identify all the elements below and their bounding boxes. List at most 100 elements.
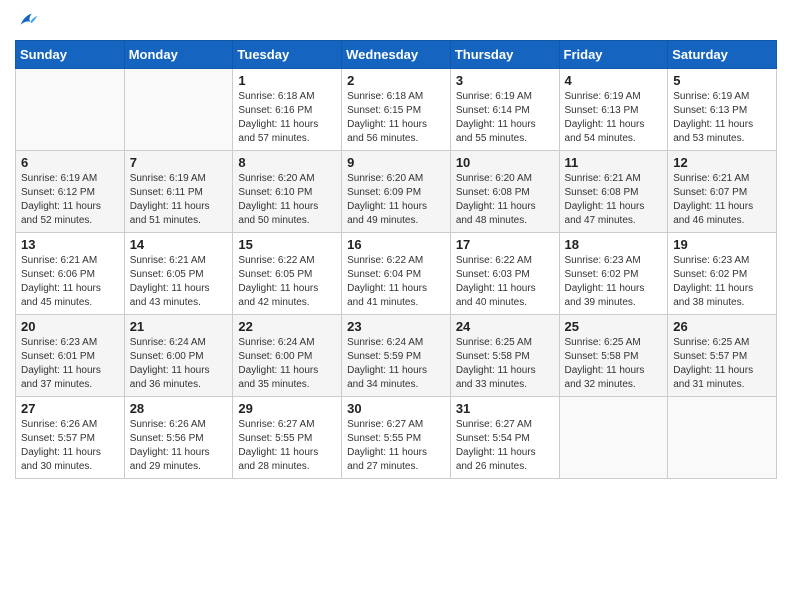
calendar-cell: 19 Sunrise: 6:23 AMSunset: 6:02 PMDayligh…	[668, 233, 777, 315]
day-info: Sunrise: 6:26 AMSunset: 5:57 PMDaylight:…	[21, 418, 119, 474]
calendar-cell: 12Sunrise: 6:21 AMSunset: 6:07 PMDayligh…	[668, 151, 777, 233]
logo-bird-icon	[17, 10, 39, 32]
day-number: 3	[456, 73, 554, 88]
day-info: Sunrise: 6:18 AMSunset: 6:15 PMDaylight:…	[347, 90, 445, 146]
day-info: Sunrise: 6:25 AMSunset: 5:58 PMDaylight:…	[565, 336, 663, 392]
page: SundayMondayTuesdayWednesdayThursdayFrid…	[0, 0, 792, 612]
calendar-cell: 14 Sunrise: 6:21 AMSunset: 6:05 PMDayligh…	[124, 233, 233, 315]
day-info: Sunrise: 6:23 AMSunset: 6:01 PMDaylight:…	[21, 336, 119, 392]
calendar-cell: 5 Sunrise: 6:19 AMSunset: 6:13 PMDaylight…	[668, 69, 777, 151]
weekday-header-monday: Monday	[124, 41, 233, 69]
day-number: 21	[130, 319, 228, 334]
header	[15, 10, 777, 32]
calendar-cell: 31Sunrise: 6:27 AMSunset: 5:54 PMDayligh…	[450, 397, 559, 479]
calendar-cell: 24 Sunrise: 6:25 AMSunset: 5:58 PMDayligh…	[450, 315, 559, 397]
calendar-cell: 20 Sunrise: 6:23 AMSunset: 6:01 PMDayligh…	[16, 315, 125, 397]
calendar-cell: 7 Sunrise: 6:19 AMSunset: 6:11 PMDaylight…	[124, 151, 233, 233]
day-number: 11	[565, 155, 663, 170]
day-info: Sunrise: 6:24 AMSunset: 6:00 PMDaylight:…	[130, 336, 228, 392]
day-info: Sunrise: 6:23 AMSunset: 6:02 PMDaylight:…	[673, 254, 771, 310]
day-number: 14	[130, 237, 228, 252]
day-info: Sunrise: 6:19 AMSunset: 6:13 PMDaylight:…	[673, 90, 771, 146]
day-info: Sunrise: 6:26 AMSunset: 5:56 PMDaylight:…	[130, 418, 228, 474]
calendar-cell: 30 Sunrise: 6:27 AMSunset: 5:55 PMDayligh…	[342, 397, 451, 479]
day-number: 22	[238, 319, 336, 334]
day-info: Sunrise: 6:21 AMSunset: 6:08 PMDaylight:…	[565, 172, 663, 228]
day-number: 31	[456, 401, 554, 416]
calendar-table: SundayMondayTuesdayWednesdayThursdayFrid…	[15, 40, 777, 479]
day-number: 29	[238, 401, 336, 416]
day-info: Sunrise: 6:20 AMSunset: 6:09 PMDaylight:…	[347, 172, 445, 228]
calendar-cell: 1Sunrise: 6:18 AMSunset: 6:16 PMDaylight…	[233, 69, 342, 151]
day-number: 16	[347, 237, 445, 252]
day-number: 26	[673, 319, 771, 334]
calendar-cell: 11 Sunrise: 6:21 AMSunset: 6:08 PMDayligh…	[559, 151, 668, 233]
day-info: Sunrise: 6:22 AMSunset: 6:05 PMDaylight:…	[238, 254, 336, 310]
day-number: 1	[238, 73, 336, 88]
day-info: Sunrise: 6:23 AMSunset: 6:02 PMDaylight:…	[565, 254, 663, 310]
calendar-week-row: 27 Sunrise: 6:26 AMSunset: 5:57 PMDayligh…	[16, 397, 777, 479]
calendar-cell: 21 Sunrise: 6:24 AMSunset: 6:00 PMDayligh…	[124, 315, 233, 397]
day-info: Sunrise: 6:20 AMSunset: 6:08 PMDaylight:…	[456, 172, 554, 228]
calendar-cell: 16 Sunrise: 6:22 AMSunset: 6:04 PMDayligh…	[342, 233, 451, 315]
day-number: 13	[21, 237, 119, 252]
day-number: 25	[565, 319, 663, 334]
day-number: 20	[21, 319, 119, 334]
calendar-cell: 23 Sunrise: 6:24 AMSunset: 5:59 PMDayligh…	[342, 315, 451, 397]
day-info: Sunrise: 6:21 AMSunset: 6:05 PMDaylight:…	[130, 254, 228, 310]
weekday-header-sunday: Sunday	[16, 41, 125, 69]
day-number: 5	[673, 73, 771, 88]
day-number: 24	[456, 319, 554, 334]
calendar-cell: 2 Sunrise: 6:18 AMSunset: 6:15 PMDaylight…	[342, 69, 451, 151]
day-info: Sunrise: 6:25 AMSunset: 5:58 PMDaylight:…	[456, 336, 554, 392]
calendar-cell: 8 Sunrise: 6:20 AMSunset: 6:10 PMDaylight…	[233, 151, 342, 233]
calendar-cell: 15 Sunrise: 6:22 AMSunset: 6:05 PMDayligh…	[233, 233, 342, 315]
weekday-header-friday: Friday	[559, 41, 668, 69]
weekday-header-tuesday: Tuesday	[233, 41, 342, 69]
day-info: Sunrise: 6:25 AMSunset: 5:57 PMDaylight:…	[673, 336, 771, 392]
calendar-cell: 26 Sunrise: 6:25 AMSunset: 5:57 PMDayligh…	[668, 315, 777, 397]
day-info: Sunrise: 6:20 AMSunset: 6:10 PMDaylight:…	[238, 172, 336, 228]
calendar-cell: 9 Sunrise: 6:20 AMSunset: 6:09 PMDaylight…	[342, 151, 451, 233]
day-number: 19	[673, 237, 771, 252]
calendar-cell	[124, 69, 233, 151]
day-number: 2	[347, 73, 445, 88]
calendar-cell	[559, 397, 668, 479]
day-info: Sunrise: 6:27 AMSunset: 5:55 PMDaylight:…	[238, 418, 336, 474]
logo	[15, 10, 39, 32]
day-number: 12	[673, 155, 771, 170]
calendar-cell: 22Sunrise: 6:24 AMSunset: 6:00 PMDayligh…	[233, 315, 342, 397]
day-info: Sunrise: 6:21 AMSunset: 6:06 PMDaylight:…	[21, 254, 119, 310]
day-info: Sunrise: 6:19 AMSunset: 6:12 PMDaylight:…	[21, 172, 119, 228]
day-number: 8	[238, 155, 336, 170]
calendar-cell: 10Sunrise: 6:20 AMSunset: 6:08 PMDayligh…	[450, 151, 559, 233]
calendar-cell: 29 Sunrise: 6:27 AMSunset: 5:55 PMDayligh…	[233, 397, 342, 479]
weekday-header-thursday: Thursday	[450, 41, 559, 69]
calendar-cell: 13 Sunrise: 6:21 AMSunset: 6:06 PMDayligh…	[16, 233, 125, 315]
calendar-cell: 27 Sunrise: 6:26 AMSunset: 5:57 PMDayligh…	[16, 397, 125, 479]
calendar-week-row: 13 Sunrise: 6:21 AMSunset: 6:06 PMDayligh…	[16, 233, 777, 315]
day-number: 9	[347, 155, 445, 170]
calendar-cell: 25 Sunrise: 6:25 AMSunset: 5:58 PMDayligh…	[559, 315, 668, 397]
weekday-header-wednesday: Wednesday	[342, 41, 451, 69]
day-number: 30	[347, 401, 445, 416]
day-number: 18	[565, 237, 663, 252]
calendar-cell	[16, 69, 125, 151]
day-info: Sunrise: 6:19 AMSunset: 6:14 PMDaylight:…	[456, 90, 554, 146]
day-number: 23	[347, 319, 445, 334]
weekday-header-row: SundayMondayTuesdayWednesdayThursdayFrid…	[16, 41, 777, 69]
day-number: 27	[21, 401, 119, 416]
calendar-week-row: 1Sunrise: 6:18 AMSunset: 6:16 PMDaylight…	[16, 69, 777, 151]
calendar-cell: 28 Sunrise: 6:26 AMSunset: 5:56 PMDayligh…	[124, 397, 233, 479]
day-info: Sunrise: 6:22 AMSunset: 6:04 PMDaylight:…	[347, 254, 445, 310]
calendar-week-row: 6Sunrise: 6:19 AMSunset: 6:12 PMDaylight…	[16, 151, 777, 233]
calendar-cell: 18 Sunrise: 6:23 AMSunset: 6:02 PMDayligh…	[559, 233, 668, 315]
day-info: Sunrise: 6:27 AMSunset: 5:55 PMDaylight:…	[347, 418, 445, 474]
day-number: 28	[130, 401, 228, 416]
day-number: 15	[238, 237, 336, 252]
calendar-cell: 6Sunrise: 6:19 AMSunset: 6:12 PMDaylight…	[16, 151, 125, 233]
day-info: Sunrise: 6:19 AMSunset: 6:11 PMDaylight:…	[130, 172, 228, 228]
calendar-cell: 17Sunrise: 6:22 AMSunset: 6:03 PMDayligh…	[450, 233, 559, 315]
day-info: Sunrise: 6:24 AMSunset: 5:59 PMDaylight:…	[347, 336, 445, 392]
day-number: 7	[130, 155, 228, 170]
